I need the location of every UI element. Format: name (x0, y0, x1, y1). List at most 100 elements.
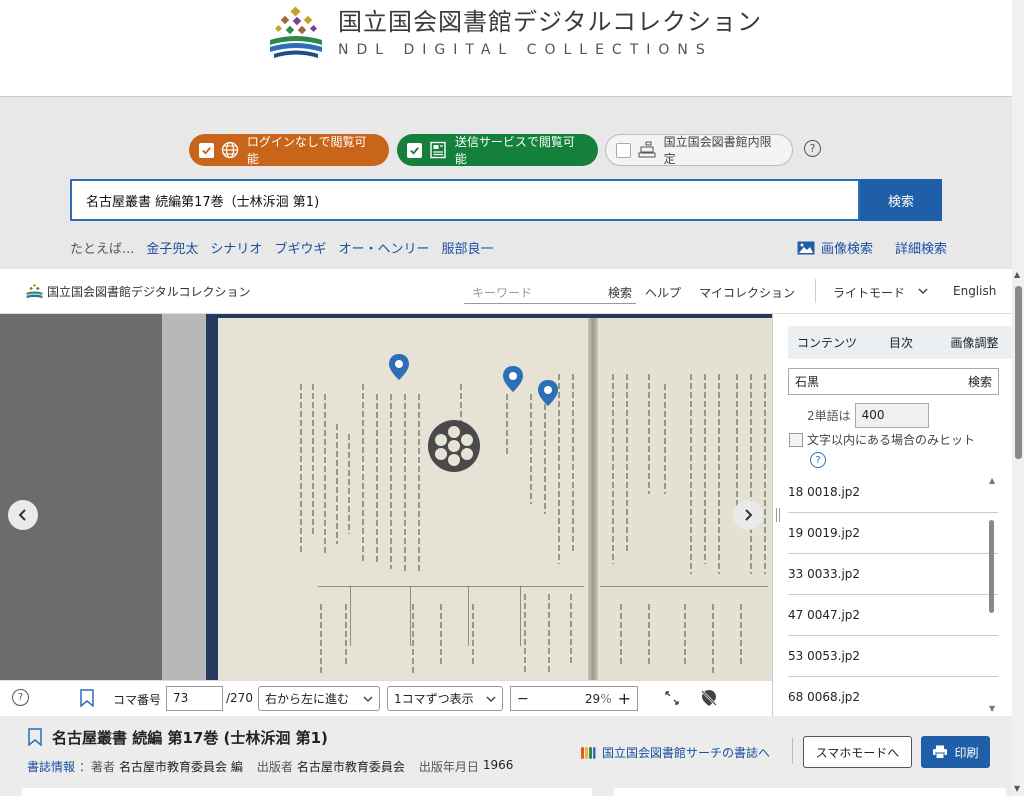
next-page-button[interactable] (733, 500, 763, 530)
example-link[interactable]: 金子兜太 (146, 238, 198, 257)
map-pin-icon[interactable] (389, 354, 409, 380)
site-title-en: NDL DIGITAL COLLECTIONS (338, 42, 713, 58)
bookmark-icon[interactable] (80, 689, 94, 707)
chevron-down-icon (363, 695, 373, 702)
page-text (648, 374, 650, 494)
item-info-bar: 名古屋叢書 続編 第17巻 (士林泝洄 第1) 書誌情報 ：著者 名古屋市教育委… (0, 716, 1012, 796)
list-item[interactable]: 47 0047.jp2 (788, 595, 998, 636)
list-item[interactable]: 18 0018.jp2 (788, 472, 998, 513)
frame-number-input[interactable]: 73 (166, 686, 223, 711)
page-text (572, 374, 574, 554)
search-input[interactable]: 名古屋叢書 続編第17巻（士林泝洄 第1) (70, 179, 860, 221)
image-icon (797, 241, 815, 254)
zoom-value[interactable]: 29% (585, 692, 612, 706)
example-link[interactable]: 服部良一 (441, 238, 493, 257)
page-text (690, 374, 692, 574)
my-collection-link[interactable]: マイコレクション (699, 284, 795, 301)
hide-annotations-icon[interactable] (700, 689, 718, 707)
list-item[interactable]: 68 0068.jp2 (788, 677, 998, 718)
tab-toc[interactable]: 目次 (866, 326, 936, 359)
page-text (460, 384, 462, 424)
ndl-logo-icon (26, 283, 43, 299)
fulltext-search-button[interactable]: 検索 (968, 373, 992, 390)
library-building-icon (638, 141, 656, 159)
example-link[interactable]: ブギウギ (274, 238, 326, 257)
checkbox-checked-icon[interactable] (407, 142, 422, 158)
viewer-search-button[interactable]: 検索 (608, 284, 632, 301)
page-text (390, 394, 392, 569)
within-checkbox-label: 文字以内にある場合のみヒット (807, 433, 976, 447)
example-link[interactable]: シナリオ (210, 238, 262, 257)
previous-page-button[interactable] (8, 500, 38, 530)
date-value: 1966 (482, 758, 514, 772)
info-card (614, 788, 1006, 796)
scroll-up-arrow-icon[interactable]: ▲ (989, 476, 995, 485)
fulltext-search-value[interactable]: 石黒 (795, 373, 819, 390)
page-image-viewer[interactable] (0, 314, 772, 680)
checkbox-unchecked-icon[interactable] (616, 142, 631, 158)
example-link[interactable]: オー・ヘンリー (338, 238, 429, 257)
word-distance-input[interactable]: 400 (854, 403, 929, 428)
print-button[interactable]: 印刷 (921, 736, 990, 768)
filter-login-free[interactable]: ログインなしで閲覧可能 (189, 134, 389, 166)
content-side-panel: コンテンツ 目次 画像調整 石黒 検索 2単語は 400 文字以内にある場合のみ… (772, 314, 1013, 718)
search-section: ログインなしで閲覧可能 送信サービスで閲覧可能 国立国会図書館内限定 ? 名古屋… (0, 97, 1012, 267)
light-mode-dropdown[interactable]: ライトモード (833, 284, 905, 301)
page-text (530, 394, 532, 504)
help-link[interactable]: ヘルプ (645, 284, 681, 301)
tab-contents[interactable]: コンテンツ (788, 326, 866, 359)
filter-help-icon[interactable]: ? (804, 140, 821, 157)
list-item[interactable]: 33 0033.jp2 (788, 554, 998, 595)
list-item[interactable]: 53 0053.jp2 (788, 636, 998, 677)
list-item[interactable]: 19 0019.jp2 (788, 513, 998, 554)
scroll-up-arrow-icon[interactable]: ▲ (1014, 270, 1020, 279)
results-scrollbar[interactable] (989, 520, 994, 613)
nav-divider (815, 279, 816, 303)
image-search-link[interactable]: 画像検索 (821, 238, 873, 257)
scroll-down-arrow-icon[interactable]: ▼ (1014, 784, 1020, 793)
filter-inside-library-label: 国立国会図書館内限定 (663, 135, 772, 166)
filter-login-free-label: ログインなしで閲覧可能 (246, 135, 367, 166)
site-logo[interactable]: 国立国会図書館デジタルコレクション NDL DIGITAL COLLECTION… (268, 6, 762, 62)
page-text (412, 604, 414, 674)
display-mode-select[interactable]: 1コマずつ表示 (387, 686, 503, 711)
chevron-down-icon[interactable] (918, 286, 928, 296)
within-checkbox[interactable] (789, 432, 803, 447)
viewer-help-icon[interactable]: ? (12, 689, 29, 706)
chevron-right-icon (745, 509, 753, 521)
direction-select[interactable]: 右から左に進む (258, 686, 380, 711)
info-card (22, 788, 592, 796)
fulltext-search-field[interactable]: 石黒 検索 (788, 368, 999, 395)
frame-number-label: コマ番号 (113, 693, 162, 707)
side-panel-tabs: コンテンツ 目次 画像調整 (788, 326, 1013, 359)
within-checkbox-row[interactable]: 文字以内にある場合のみヒット (789, 431, 975, 448)
bookmark-icon[interactable] (28, 728, 42, 746)
advanced-search-link[interactable]: 詳細検索 (895, 238, 947, 257)
ndl-search-link[interactable]: 国立国会図書館サーチの書誌へ (580, 744, 770, 761)
scroll-down-arrow-icon[interactable]: ▼ (989, 704, 995, 713)
panel-resize-handle[interactable] (776, 508, 780, 522)
map-pin-icon[interactable] (538, 380, 558, 406)
viewer-toolbar: ? コマ番号 73 /270 右から左に進む 1コマずつ表示 − 29% + (0, 680, 772, 716)
search-button[interactable]: 検索 (860, 179, 942, 221)
window-scrollbar-thumb[interactable] (1015, 286, 1022, 459)
filter-transmission[interactable]: 送信サービスで閲覧可能 (397, 134, 598, 166)
zoom-out-button[interactable]: − (517, 691, 529, 707)
checkbox-checked-icon[interactable] (199, 142, 214, 158)
filter-inside-library[interactable]: 国立国会図書館内限定 (605, 134, 793, 166)
page-text (376, 394, 378, 564)
publisher-value: 名古屋市教育委員会 (296, 760, 405, 774)
smartphone-mode-button[interactable]: スマホモードへ (803, 736, 912, 768)
english-link[interactable]: English (953, 284, 996, 298)
viewer-nav-bar: 国立国会図書館デジタルコレクション キーワード 検索 ヘルプ マイコレクション … (0, 269, 1012, 314)
fit-screen-icon[interactable] (664, 690, 680, 706)
biblio-info-link[interactable]: 書誌情報 (27, 758, 75, 775)
viewer-background (0, 314, 162, 680)
map-pin-icon[interactable] (503, 366, 523, 392)
tab-image-adjust[interactable]: 画像調整 (936, 326, 1013, 359)
zoom-in-button[interactable]: + (618, 689, 631, 708)
search-help-icon[interactable]: ? (810, 452, 826, 468)
viewer-logo[interactable]: 国立国会図書館デジタルコレクション (26, 283, 251, 300)
viewer-logo-text: 国立国会図書館デジタルコレクション (47, 285, 251, 299)
print-button-label: 印刷 (954, 745, 979, 760)
